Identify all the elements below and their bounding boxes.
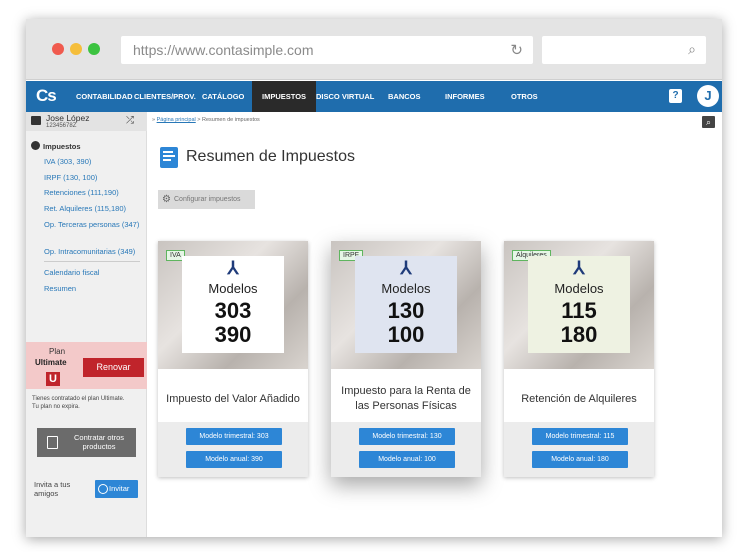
search-icon: ⌕	[688, 41, 696, 57]
user-avatar[interactable]: J	[697, 85, 719, 107]
sidebar-item-terceras[interactable]: Op. Terceras personas (347)	[44, 220, 144, 229]
plan-box: Plan Ultimate U Renovar	[26, 342, 147, 389]
card-model-number-1: 303	[214, 298, 252, 323]
plan-note: Tienes contratado el plan Ultimate. Tu p…	[32, 395, 125, 411]
nav-clientes[interactable]: CLIENTES/PROV.	[134, 92, 196, 101]
card-model-number-1: 130	[387, 298, 425, 323]
url-text: https://www.contasimple.com	[133, 42, 314, 58]
plan-badge: U	[46, 372, 60, 386]
browser-search-input[interactable]: ⌕	[542, 36, 706, 64]
card-footer: Modelo trimestral: 115 Modelo anual: 180	[504, 422, 654, 477]
tax-card-irpf: IRPF ⅄ Modelos 130 100 Impuesto para la …	[331, 241, 481, 477]
contract-label-2: productos	[82, 442, 116, 451]
browser-window: https://www.contasimple.com ↻ ⌕ Cs CONTA…	[26, 19, 722, 537]
user-name: Jose López	[46, 113, 90, 123]
card-model-number-2: 100	[387, 322, 425, 347]
sidebar-item-resumen[interactable]: Resumen	[44, 284, 76, 293]
minimize-dot[interactable]	[70, 43, 82, 55]
configure-taxes-button[interactable]: ⚙ Configurar impuestos	[158, 190, 255, 209]
reload-icon[interactable]: ↻	[510, 41, 523, 59]
sidebar: Jose López 12345678Z ⤮ Impuestos IVA (30…	[26, 112, 147, 537]
quarterly-model-button[interactable]: Modelo trimestral: 115	[532, 428, 628, 445]
plan-note-line-1: Tienes contratado el plan Ultimate.	[32, 396, 125, 402]
user-id: 12345678Z	[46, 123, 77, 129]
sidebar-item-irpf[interactable]: IRPF (130, 100)	[44, 173, 97, 182]
document-icon	[160, 147, 178, 168]
aeat-logo-icon: ⅄	[227, 258, 239, 278]
invite-button-label: Invitar	[109, 484, 130, 493]
renew-button[interactable]: Renovar	[83, 358, 144, 377]
pie-chart-icon	[31, 141, 40, 150]
maximize-dot[interactable]	[88, 43, 100, 55]
invite-line-1: Invita a tus	[34, 480, 71, 489]
card-model-number-2: 180	[560, 322, 598, 347]
contract-label-1: Contratar otros	[73, 433, 125, 442]
divider	[44, 261, 140, 262]
app-logo[interactable]: Cs	[36, 86, 57, 106]
invite-button[interactable]: Invitar	[95, 480, 138, 498]
help-icon[interactable]: ?	[669, 89, 682, 103]
plan-name: Ultimate	[35, 358, 67, 367]
aeat-logo-icon: ⅄	[400, 258, 412, 278]
contract-products-button[interactable]: Contratar otros productos	[37, 428, 136, 457]
nav-impuestos[interactable]: IMPUESTOS	[252, 81, 317, 112]
card-footer: Modelo trimestral: 130 Modelo anual: 100	[331, 422, 481, 477]
contract-label: Contratar otros productos	[69, 433, 129, 451]
card-models-label: Modelos	[381, 281, 431, 296]
invite-line-2: amigos	[34, 489, 59, 498]
aeat-logo-icon: ⅄	[573, 258, 585, 278]
card-name: Impuesto del Valor Añadido	[166, 392, 300, 405]
main-nav: Cs CONTABILIDAD CLIENTES/PROV. CATÁLOGO …	[26, 81, 722, 112]
breadcrumb-home[interactable]: Página principal	[157, 117, 196, 123]
card-panel: ⅄ Modelos 303 390	[182, 256, 284, 353]
card-panel: ⅄ Modelos 130 100	[355, 256, 457, 353]
card-model-number-2: 390	[214, 322, 252, 347]
sidebar-item-calendario[interactable]: Calendario fiscal	[44, 268, 99, 277]
card-models-label: Modelos	[554, 281, 604, 296]
quarterly-model-button[interactable]: Modelo trimestral: 130	[359, 428, 455, 445]
sidebar-heading: Impuestos	[31, 141, 81, 151]
card-model-number-1: 115	[561, 298, 597, 323]
sidebar-heading-label: Impuestos	[43, 142, 81, 151]
search-icon[interactable]: ⌕	[702, 116, 715, 128]
breadcrumb-current: Resumen de impuestos	[202, 117, 260, 123]
configure-taxes-label: Configurar impuestos	[174, 196, 241, 203]
quarterly-model-button[interactable]: Modelo trimestral: 303	[186, 428, 282, 445]
globe-icon	[98, 484, 108, 494]
shopping-bag-icon	[47, 436, 58, 449]
card-name: Impuesto para la Renta de las Personas F…	[341, 385, 471, 412]
sidebar-item-intracomunitarias[interactable]: Op. Intracomunitarias (349)	[44, 247, 149, 256]
nav-bancos[interactable]: BANCOS	[388, 92, 421, 101]
nav-otros[interactable]: OTROS	[511, 92, 538, 101]
tax-card-iva: IVA ⅄ Modelos 303 390 Impuesto del Valor…	[158, 241, 308, 477]
sidebar-item-iva[interactable]: IVA (303, 390)	[44, 157, 91, 166]
nav-disco-virtual[interactable]: DISCO VIRTUAL	[316, 92, 374, 101]
user-box: Jose López 12345678Z ⤮	[26, 112, 147, 131]
breadcrumb-separator: >	[197, 117, 201, 123]
sidebar-item-retenciones[interactable]: Retenciones (111,190)	[44, 188, 119, 197]
browser-chrome: https://www.contasimple.com ↻ ⌕	[26, 19, 722, 80]
nav-contabilidad[interactable]: CONTABILIDAD	[76, 92, 133, 101]
user-card-icon	[31, 116, 41, 125]
card-name: Retención de Alquileres	[521, 392, 637, 405]
card-models-label: Modelos	[208, 281, 258, 296]
annual-model-button[interactable]: Modelo anual: 180	[532, 451, 628, 468]
tax-card-alquileres: Alquileres ⅄ Modelos 115 180 Retención d…	[504, 241, 654, 477]
annual-model-button[interactable]: Modelo anual: 100	[359, 451, 455, 468]
address-bar[interactable]: https://www.contasimple.com ↻	[121, 36, 533, 64]
annual-model-button[interactable]: Modelo anual: 390	[186, 451, 282, 468]
close-dot[interactable]	[52, 43, 64, 55]
sidebar-item-ret-alquileres[interactable]: Ret. Alquileres (115,180)	[44, 204, 126, 213]
invite-text: Invita a tus amigos	[34, 480, 70, 498]
nav-catalogo[interactable]: CATÁLOGO	[202, 92, 244, 101]
shuffle-icon[interactable]: ⤮	[126, 115, 134, 126]
card-panel: ⅄ Modelos 115 180	[528, 256, 630, 353]
page-title: Resumen de Impuestos	[186, 148, 355, 165]
nav-informes[interactable]: INFORMES	[445, 92, 485, 101]
plan-note-line-2: Tu plan no expira.	[32, 404, 80, 410]
card-footer: Modelo trimestral: 303 Modelo anual: 390	[158, 422, 308, 477]
breadcrumb: » Página principal > Resumen de impuesto…	[152, 117, 260, 123]
gear-icon: ⚙	[162, 194, 171, 205]
plan-label: Plan	[49, 347, 66, 356]
